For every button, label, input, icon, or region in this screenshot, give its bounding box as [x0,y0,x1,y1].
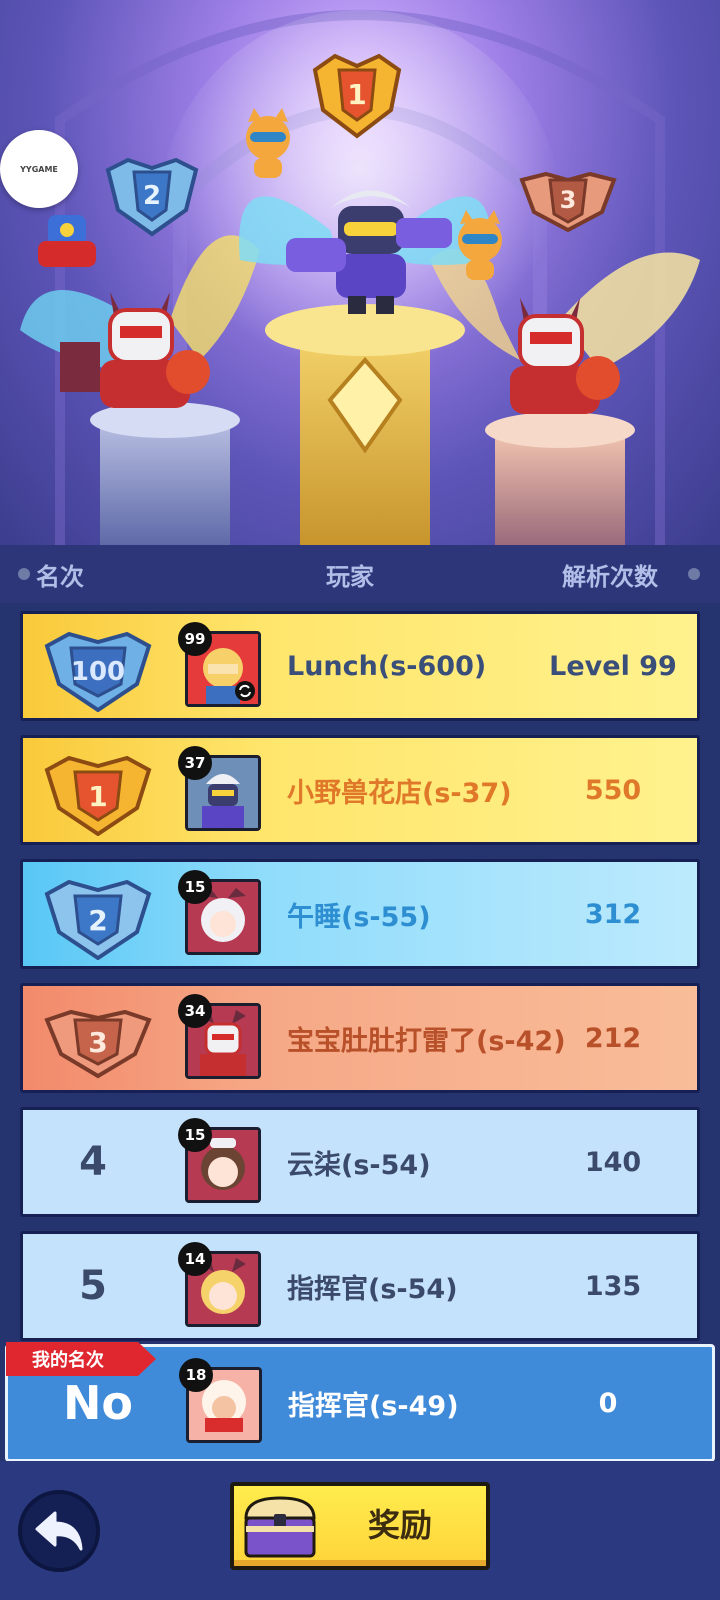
reward-button-label: 奖励 [367,1506,432,1544]
leaderboard-list[interactable]: 100 99 Lunch(s-600) Level 99 1 37 小野兽花店(… [0,603,720,1462]
player-level-badge: 15 [178,1118,212,1152]
back-arrow-icon [35,1511,83,1551]
player-level-badge: 15 [178,870,212,904]
leaderboard-row[interactable]: 1 37 小野兽花店(s-37) 550 [20,735,700,845]
player-level-badge: 18 [179,1358,213,1392]
player-count: 212 [584,1022,642,1054]
header-rank-label: 名次 [36,562,84,591]
player-name: 午睡(s-55) [287,901,431,933]
third-place-badge: 3 [519,171,617,233]
player-name: 云柒(s-54) [287,1149,431,1181]
player-level-badge: 99 [178,622,212,656]
player-level-badge: 14 [178,1242,212,1276]
header-right-dot [688,568,700,580]
player-name: 指挥官(s-49) [288,1390,459,1422]
player-count: 0 [598,1387,618,1419]
player-name: 指挥官(s-54) [287,1273,458,1305]
second-place-character [60,292,210,408]
yygame-logo: YYGAME [0,130,78,208]
third-place-character [510,298,620,414]
header-left-dot [18,568,30,580]
reward-button[interactable]: 奖励 [230,1482,490,1570]
rank-1-badge: 1 [44,755,152,836]
first-place-badge: 1 [312,53,402,139]
rank-3-badge: 3 [44,1009,152,1079]
rank-100-badge: 100 [44,631,152,712]
leaderboard-header: 名次 玩家 解析次数 [0,545,720,603]
cat-pet-right [458,210,502,280]
leaderboard-row[interactable]: 4 15 云柒(s-54) 140 [20,1107,700,1217]
cat-pet-left [246,108,290,178]
svg-text:1: 1 [347,78,366,111]
treasure-chest-icon [244,1496,316,1558]
svg-text:100: 100 [71,657,125,687]
rank-2-badge: 2 [44,879,152,960]
my-rank-tag: 我的名次 [6,1342,156,1376]
podium-scene: YYGAME 1 2 3 [0,0,720,545]
player-name: 小野兽花店(s-37) [287,777,512,809]
leaderboard-row[interactable]: 2 15 午睡(s-55) 312 [20,859,700,969]
rank-number: 5 [79,1263,107,1309]
svg-text:3: 3 [560,186,577,214]
player-count: 140 [584,1146,642,1178]
player-count: 550 [584,774,642,806]
first-place-character [286,190,452,314]
player-count: 312 [584,898,642,930]
svg-text:1: 1 [88,780,107,813]
second-place-badge: 2 [105,157,199,237]
leaderboard-row[interactable]: 100 99 Lunch(s-600) Level 99 [20,611,700,721]
footer-bar: 奖励 [0,1461,720,1600]
svg-text:3: 3 [88,1026,107,1059]
leaderboard-row[interactable]: 5 14 指挥官(s-54) 135 [20,1231,700,1341]
leaderboard-row[interactable]: 3 34 宝宝肚肚打雷了(s-42) 212 [20,983,700,1093]
sync-icon [235,681,255,701]
back-button[interactable] [18,1490,100,1572]
mech-pet [38,215,96,267]
header-player-label: 玩家 [326,562,374,591]
player-level-badge: 37 [178,746,212,780]
rank-number: 4 [79,1139,107,1185]
svg-text:2: 2 [143,181,161,211]
header-count-label: 解析次数 [562,562,658,591]
svg-text:2: 2 [88,904,107,937]
player-level-badge: 34 [178,994,212,1028]
player-count: 135 [584,1270,642,1302]
player-name: Lunch(s-600) [287,650,487,682]
player-count: Level 99 [549,650,677,682]
